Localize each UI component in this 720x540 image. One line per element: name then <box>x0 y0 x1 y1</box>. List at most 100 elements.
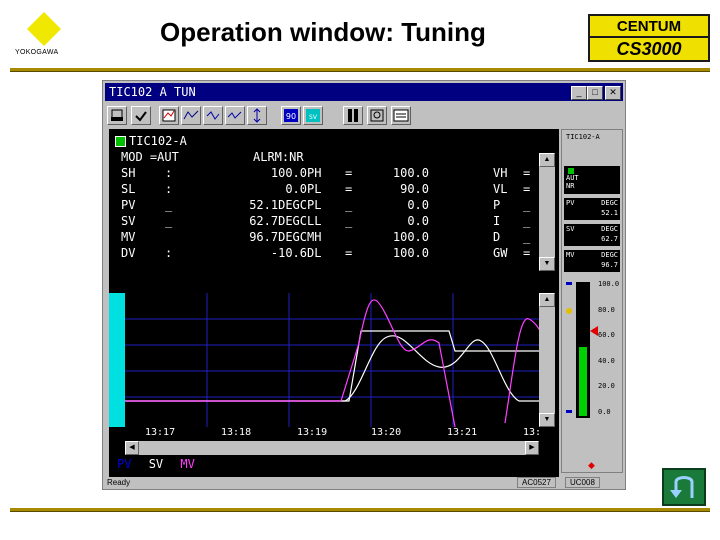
close-button[interactable]: ✕ <box>605 86 621 100</box>
param-v1[interactable]: 62.7DEGC <box>195 214 307 228</box>
scale-label: 40.0 <box>598 356 615 365</box>
tuning-view-icon[interactable] <box>159 106 179 125</box>
param-s2: = <box>345 246 353 260</box>
param-c2: MH <box>307 230 322 244</box>
time-label: 13:19 <box>297 427 328 438</box>
faceplate: TIC102-A AUT NR PV DEGC 52.1 SV DEGC 62.… <box>561 129 623 473</box>
param-s2: _ <box>345 198 353 212</box>
alarm-marker-icon <box>566 308 572 314</box>
alarm-label: ALRM:NR <box>253 150 304 164</box>
param-s3: _ <box>523 214 531 228</box>
status-operator-id: AC0527 <box>517 477 556 488</box>
tag-status-icon <box>115 136 126 147</box>
param-s1: : <box>165 246 173 260</box>
trend-scroll-down-icon[interactable]: ▼ <box>539 413 555 427</box>
param-v1[interactable]: 52.1DEGC <box>195 198 307 212</box>
param-c3: D <box>493 230 501 244</box>
trend-icon[interactable] <box>181 106 201 125</box>
confirm-check-icon[interactable] <box>131 106 151 125</box>
param-v2[interactable]: 0.0 <box>365 198 429 212</box>
param-s3: = <box>523 166 531 180</box>
faceplate-icon[interactable] <box>343 106 363 125</box>
param-c3: I <box>493 214 501 228</box>
faceplate-operation-icon[interactable]: ◆ <box>588 460 595 471</box>
param-v1[interactable]: 0.0 <box>195 182 307 196</box>
trend-pen-bar <box>109 293 125 427</box>
minimize-button[interactable]: _ <box>571 86 587 100</box>
faceplate-sv-value: 62.7 <box>601 235 618 243</box>
param-s1: : <box>165 182 173 196</box>
parameter-scrollbar[interactable]: ▲ ▼ <box>539 153 555 271</box>
reference-icon[interactable]: 90 <box>281 106 301 125</box>
faceplate-marker-column <box>566 282 574 414</box>
time-label: 13:21 <box>447 427 478 438</box>
faceplate-mode-box[interactable]: AUT NR <box>564 166 620 194</box>
param-s3: _ <box>523 230 531 244</box>
mode-label[interactable]: MOD =AUT <box>121 150 179 164</box>
trend-vertical-scrollbar[interactable]: ▲ ▼ <box>539 293 555 427</box>
scale-label: 60.0 <box>598 331 615 340</box>
pv-bar-graph[interactable] <box>576 282 590 418</box>
print-icon[interactable] <box>107 106 127 125</box>
scroll-left-icon[interactable]: ◀ <box>125 441 139 455</box>
faceplate-alarm: NR <box>566 182 575 190</box>
pv-bar-fill <box>579 347 587 416</box>
legend-mv[interactable]: MV <box>180 457 194 471</box>
param-c3: VH <box>493 166 508 180</box>
scale-label: 80.0 <box>598 305 615 314</box>
yokogawa-logo-text: YOKOGAWA <box>15 49 59 56</box>
faceplate-sv-label: SV <box>566 225 575 233</box>
scale-label: 0.0 <box>598 408 611 416</box>
param-c2: PL <box>307 182 322 196</box>
param-c2: PH <box>307 166 322 180</box>
maximize-button[interactable]: □ <box>587 86 603 100</box>
param-v2[interactable]: 0.0 <box>365 214 429 228</box>
param-c1: PV <box>121 198 136 212</box>
faceplate-sv-box[interactable]: SV DEGC 62.7 <box>564 224 620 246</box>
legend-pv[interactable]: PV <box>117 457 131 471</box>
graphic-icon[interactable] <box>367 106 387 125</box>
legend-sv[interactable]: SV <box>149 457 163 471</box>
param-v1[interactable]: 100.0 <box>195 166 307 180</box>
param-v1[interactable]: -10.6 <box>195 246 307 260</box>
param-c1: SH <box>121 166 136 180</box>
param-v2[interactable]: 100.0 <box>365 246 429 260</box>
sv-pointer-icon[interactable] <box>590 326 598 336</box>
param-s3: _ <box>523 198 531 212</box>
param-s3: = <box>523 246 531 260</box>
faceplate-scale: 100.0 80.0 60.0 40.0 20.0 0.0 <box>598 280 622 420</box>
trend-shift-left-icon[interactable] <box>203 106 223 125</box>
yokogawa-logo-icon <box>27 12 61 46</box>
sv-icon[interactable]: SV <box>303 106 323 125</box>
faceplate-mv-box[interactable]: MV DEGC 96.7 <box>564 250 620 272</box>
param-v2[interactable]: 100.0 <box>365 230 429 244</box>
param-c2: PL <box>307 198 322 212</box>
scroll-down-icon[interactable]: ▼ <box>539 257 555 271</box>
trend-zoom-icon[interactable] <box>225 106 245 125</box>
high-limit-marker-icon <box>566 282 572 285</box>
trend-span-icon[interactable] <box>247 106 267 125</box>
tuning-window: TIC102 A TUN _ □ ✕ 90 SV TIC102-A MOD =A… <box>102 80 626 490</box>
param-v2[interactable]: 90.0 <box>365 182 429 196</box>
param-v2[interactable]: 100.0 <box>365 166 429 180</box>
param-s1 <box>165 230 172 244</box>
time-label: 13:17 <box>145 427 176 438</box>
trend-scroll-up-icon[interactable]: ▲ <box>539 293 555 307</box>
faceplate-mv-unit: DEGC <box>601 251 618 259</box>
scroll-right-icon[interactable]: ▶ <box>525 441 539 455</box>
time-label: 13: <box>523 427 542 438</box>
param-s1: _ <box>165 198 173 212</box>
faceplate-mv-value: 96.7 <box>601 261 618 269</box>
scroll-up-icon[interactable]: ▲ <box>539 153 555 167</box>
window-list-icon[interactable] <box>391 106 411 125</box>
return-button[interactable] <box>662 468 706 506</box>
faceplate-tag: TIC102-A <box>566 133 600 141</box>
status-text: Ready <box>107 478 131 487</box>
window-titlebar[interactable]: TIC102 A TUN _ □ ✕ <box>105 83 623 101</box>
param-c1: DV <box>121 246 136 260</box>
param-s2 <box>345 230 352 244</box>
trend-graph[interactable] <box>109 293 559 427</box>
param-v1[interactable]: 96.7DEGC <box>195 230 307 244</box>
param-c1: SV <box>121 214 136 228</box>
trend-horizontal-scrollbar[interactable]: ◀ ▶ <box>125 441 539 455</box>
